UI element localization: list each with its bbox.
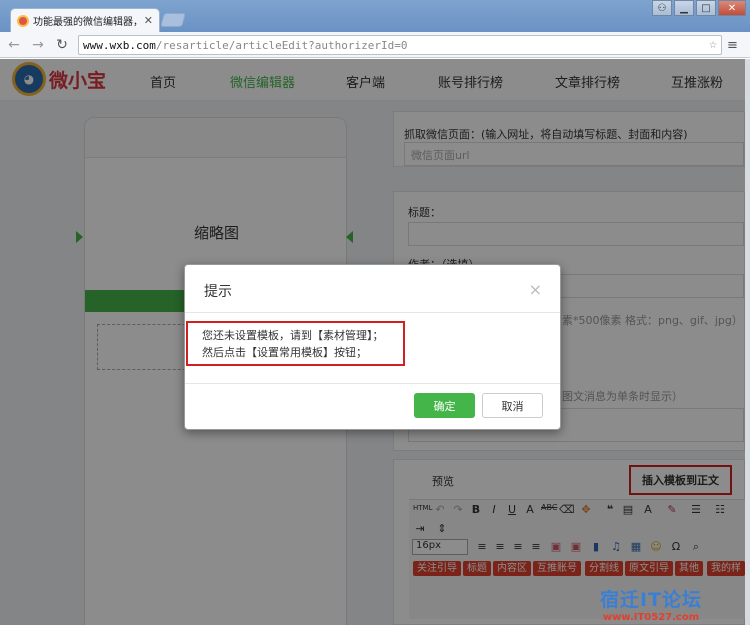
- dialog-title: 提示: [204, 284, 232, 300]
- browser-tab[interactable]: 功能最强的微信编辑器， ✕: [10, 8, 160, 32]
- bookmark-star-icon[interactable]: ☆: [709, 37, 717, 52]
- dialog-close-icon[interactable]: ×: [529, 280, 542, 299]
- tab-title: 功能最强的微信编辑器，: [33, 17, 140, 28]
- maximize-icon[interactable]: □: [696, 0, 716, 16]
- close-icon[interactable]: ✕: [718, 0, 746, 16]
- alert-dialog: 提示 × 您还未设置模板，请到【素材管理】； 然后点击【设置常用模板】按钮； 确…: [184, 264, 561, 430]
- ok-button[interactable]: 确定: [414, 393, 475, 418]
- new-tab-button[interactable]: [160, 13, 186, 27]
- dialog-message: 您还未设置模板，请到【素材管理】； 然后点击【设置常用模板】按钮；: [186, 321, 405, 366]
- dialog-message-line: 然后点击【设置常用模板】按钮；: [202, 346, 367, 359]
- address-bar[interactable]: www.wxb.com/resarticle/articleEdit?autho…: [78, 35, 722, 55]
- browser-titlebar: 功能最强的微信编辑器， ✕ ⚇ ▁ □ ✕: [0, 0, 750, 32]
- minimize-icon[interactable]: ▁: [674, 0, 694, 16]
- watermark-text: 宿迁IT论坛: [600, 589, 703, 611]
- forward-icon[interactable]: →: [28, 35, 48, 55]
- dialog-message-line: 您还未设置模板，请到【素材管理】；: [202, 329, 384, 342]
- dialog-divider: [185, 312, 560, 313]
- page-scrollbar[interactable]: [745, 59, 750, 625]
- tab-close-icon[interactable]: ✕: [144, 14, 153, 27]
- back-icon[interactable]: ←: [4, 35, 24, 55]
- user-icon[interactable]: ⚇: [652, 0, 672, 16]
- browser-menu-icon[interactable]: ≡: [727, 38, 738, 53]
- reload-icon[interactable]: ↻: [52, 35, 72, 55]
- watermark: 宿迁IT论坛 www.IT0527.com: [600, 585, 702, 623]
- site-favicon-icon: [17, 14, 29, 27]
- url-host: www.wxb.com: [83, 38, 156, 52]
- cancel-button[interactable]: 取消: [482, 393, 543, 418]
- page-viewport: ◕ 微小宝 首页 微信编辑器 客户端 账号排行榜 文章排行榜 互推涨粉 缩略图 …: [0, 59, 745, 625]
- browser-toolbar: ← → ↻ www.wxb.com/resarticle/articleEdit…: [0, 32, 750, 58]
- url-path: /resarticle/articleEdit?authorizerId=0: [155, 38, 408, 52]
- dialog-footer-divider: [185, 383, 560, 384]
- watermark-url: www.IT0527.com: [602, 612, 700, 623]
